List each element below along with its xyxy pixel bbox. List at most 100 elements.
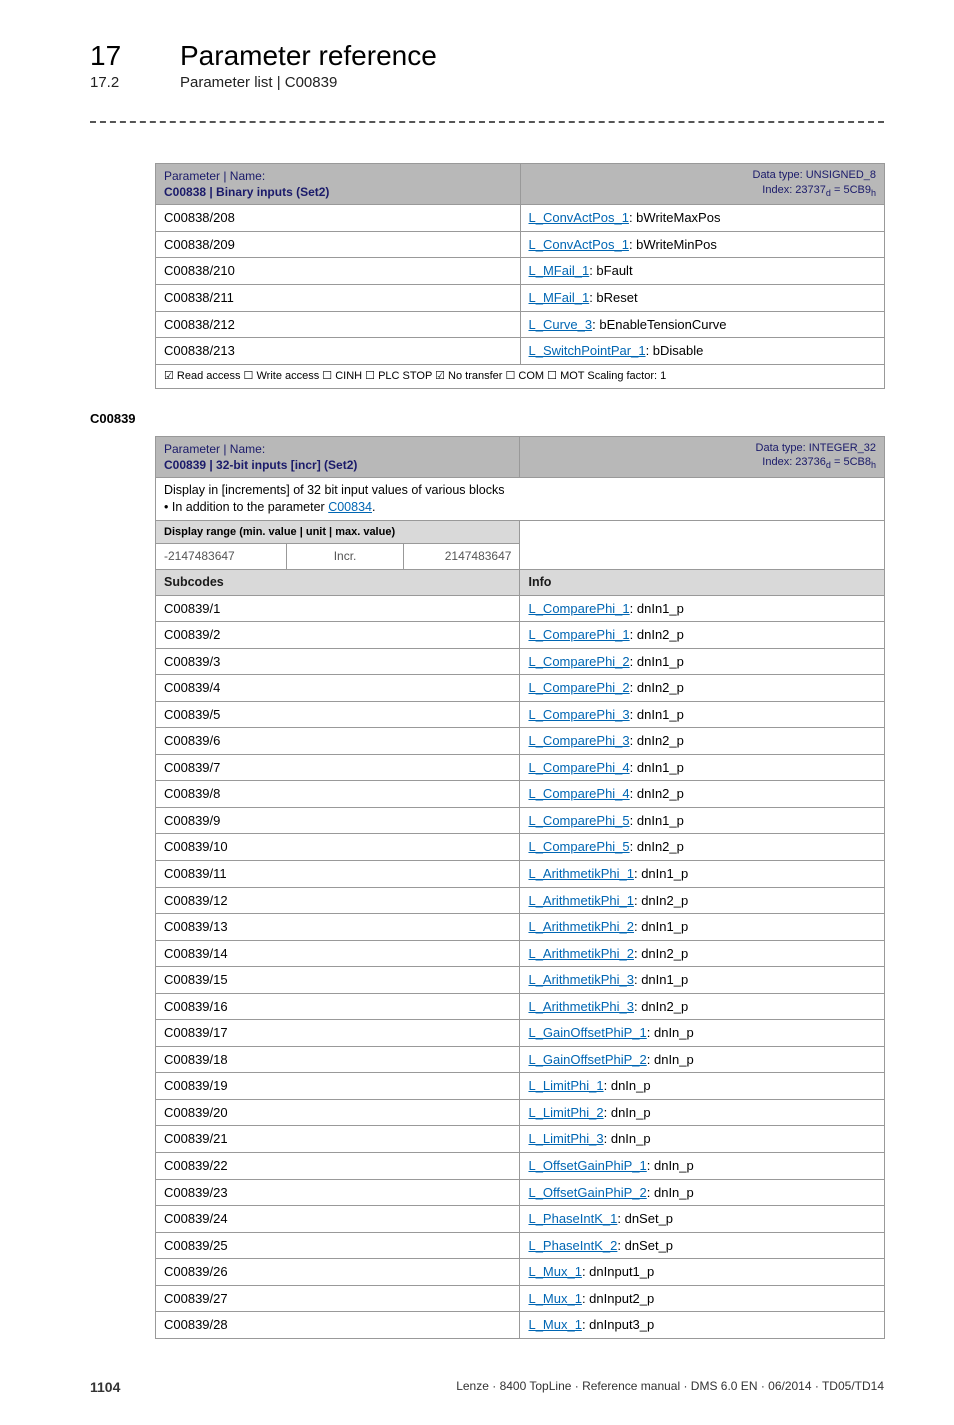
description-suffix: . [372, 500, 375, 514]
parameter-suffix: : dnIn_p [647, 1158, 694, 1173]
parameter-suffix: : dnIn_p [647, 1025, 694, 1040]
parameter-link[interactable]: L_PhaseIntK_1 [528, 1211, 617, 1226]
parameter-suffix: : dnIn1_p [634, 972, 688, 987]
range-min: -2147483647 [156, 544, 287, 569]
parameter-link[interactable]: L_ArithmetikPhi_2 [528, 919, 634, 934]
parameter-link[interactable]: L_ConvActPos_1 [529, 237, 629, 252]
parameter-link[interactable]: L_ArithmetikPhi_1 [528, 866, 634, 881]
parameter-link[interactable]: L_GainOffsetPhiP_2 [528, 1052, 646, 1067]
parameter-link[interactable]: L_LimitPhi_2 [528, 1105, 603, 1120]
parameter-link[interactable]: L_ComparePhi_4 [528, 786, 629, 801]
parameter-link[interactable]: L_ArithmetikPhi_2 [528, 946, 634, 961]
parameter-suffix: : bFault [589, 263, 632, 278]
parameter-link[interactable]: L_GainOffsetPhiP_1 [528, 1025, 646, 1040]
table-row: C00839/17 [156, 1020, 520, 1047]
parameter-link-c00834[interactable]: C00834 [328, 500, 372, 514]
parameter-suffix: : dnIn_p [604, 1131, 651, 1146]
table-row: C00839/18 [156, 1046, 520, 1073]
parameter-suffix: : bWriteMaxPos [629, 210, 721, 225]
parameter-link[interactable]: L_ComparePhi_5 [528, 839, 629, 854]
table-row: C00839/22 [156, 1153, 520, 1180]
parameter-suffix: : dnIn2_p [630, 839, 684, 854]
table-row: C00839/15 [156, 967, 520, 994]
parameter-suffix: : bReset [589, 290, 637, 305]
parameter-link[interactable]: L_ComparePhi_2 [528, 680, 629, 695]
table-row: C00839/21 [156, 1126, 520, 1153]
table-row: C00839/16 [156, 993, 520, 1020]
parameter-suffix: : dnIn2_p [630, 786, 684, 801]
table-row: C00839/26 [156, 1259, 520, 1286]
parameter-suffix: : dnIn2_p [634, 946, 688, 961]
table-row: C00839/19 [156, 1073, 520, 1100]
parameter-link[interactable]: L_SwitchPointPar_1 [529, 343, 646, 358]
parameter-suffix: : dnIn2_p [634, 893, 688, 908]
parameter-link[interactable]: L_ComparePhi_2 [528, 654, 629, 669]
table-row: C00839/23 [156, 1179, 520, 1206]
table-row: C00838/210 [156, 258, 521, 285]
page-number: 1104 [90, 1379, 120, 1395]
parameter-table-c00839: Parameter | Name: C00839 | 32-bit inputs… [155, 436, 885, 1339]
parameter-link[interactable]: L_OffsetGainPhiP_2 [528, 1185, 646, 1200]
parameter-link[interactable]: L_Mux_1 [528, 1317, 581, 1332]
parameter-suffix: : dnInput1_p [582, 1264, 654, 1279]
index-value: Index: 23737d = 5CB9h [762, 184, 876, 196]
parameter-link[interactable]: L_LimitPhi_3 [528, 1131, 603, 1146]
parameter-suffix: : dnIn_p [647, 1052, 694, 1067]
parameter-suffix: : bDisable [646, 343, 704, 358]
parameter-suffix: : dnSet_p [617, 1211, 673, 1226]
table-row: C00839/27 [156, 1285, 520, 1312]
parameter-link[interactable]: L_MFail_1 [529, 290, 590, 305]
chapter-title: Parameter reference [180, 40, 437, 72]
parameter-suffix: : dnIn2_p [634, 999, 688, 1014]
table-row: C00839/20 [156, 1099, 520, 1126]
param-name: C00838 | Binary inputs (Set2) [164, 185, 329, 199]
parameter-suffix: : dnIn1_p [634, 866, 688, 881]
parameter-link[interactable]: L_ConvActPos_1 [529, 210, 629, 225]
access-flags: ☑ Read access ☐ Write access ☐ CINH ☐ PL… [156, 364, 885, 388]
table-row: C00839/11 [156, 861, 520, 888]
parameter-suffix: : dnIn_p [604, 1105, 651, 1120]
parameter-link[interactable]: L_ComparePhi_3 [528, 707, 629, 722]
table-row: C00839/24 [156, 1206, 520, 1233]
parameter-suffix: : dnIn1_p [634, 919, 688, 934]
chapter-number: 17 [90, 40, 150, 72]
parameter-link[interactable]: L_ComparePhi_3 [528, 733, 629, 748]
parameter-link[interactable]: L_ComparePhi_5 [528, 813, 629, 828]
parameter-suffix: : bEnableTensionCurve [592, 317, 726, 332]
parameter-suffix: : dnIn2_p [630, 627, 684, 642]
description-line1: Display in [increments] of 32 bit input … [164, 483, 504, 497]
parameter-link[interactable]: L_MFail_1 [529, 263, 590, 278]
parameter-link[interactable]: L_ArithmetikPhi_3 [528, 999, 634, 1014]
parameter-suffix: : dnIn2_p [630, 680, 684, 695]
parameter-suffix: : dnSet_p [617, 1238, 673, 1253]
parameter-link[interactable]: L_Mux_1 [528, 1264, 581, 1279]
table-row: C00839/6 [156, 728, 520, 755]
parameter-link[interactable]: L_ArithmetikPhi_1 [528, 893, 634, 908]
parameter-suffix: : bWriteMinPos [629, 237, 717, 252]
parameter-link[interactable]: L_ArithmetikPhi_3 [528, 972, 634, 987]
parameter-suffix: : dnIn1_p [630, 707, 684, 722]
table-row: C00839/3 [156, 648, 520, 675]
table-row: C00839/7 [156, 754, 520, 781]
parameter-suffix: : dnIn1_p [630, 654, 684, 669]
parameter-link[interactable]: L_ComparePhi_1 [528, 601, 629, 616]
parameter-link[interactable]: L_PhaseIntK_2 [528, 1238, 617, 1253]
parameter-suffix: : dnInput2_p [582, 1291, 654, 1306]
parameter-link[interactable]: L_ComparePhi_4 [528, 760, 629, 775]
table-row: C00838/213 [156, 338, 521, 365]
parameter-link[interactable]: L_Curve_3 [529, 317, 593, 332]
parameter-suffix: : dnIn_p [647, 1185, 694, 1200]
param-name: C00839 | 32-bit inputs [incr] (Set2) [164, 458, 357, 472]
parameter-link[interactable]: L_Mux_1 [528, 1291, 581, 1306]
table-row: C00839/13 [156, 914, 520, 941]
parameter-link[interactable]: L_LimitPhi_1 [528, 1078, 603, 1093]
table-row: C00839/28 [156, 1312, 520, 1339]
parameter-suffix: : dnIn1_p [630, 813, 684, 828]
table-row: C00838/212 [156, 311, 521, 338]
parameter-link[interactable]: L_OffsetGainPhiP_1 [528, 1158, 646, 1173]
parameter-table-c00838: Parameter | Name: C00838 | Binary inputs… [155, 163, 885, 389]
table-row: C00839/1 [156, 595, 520, 622]
table-row: C00839/10 [156, 834, 520, 861]
parameter-suffix: : dnIn1_p [630, 601, 684, 616]
parameter-link[interactable]: L_ComparePhi_1 [528, 627, 629, 642]
